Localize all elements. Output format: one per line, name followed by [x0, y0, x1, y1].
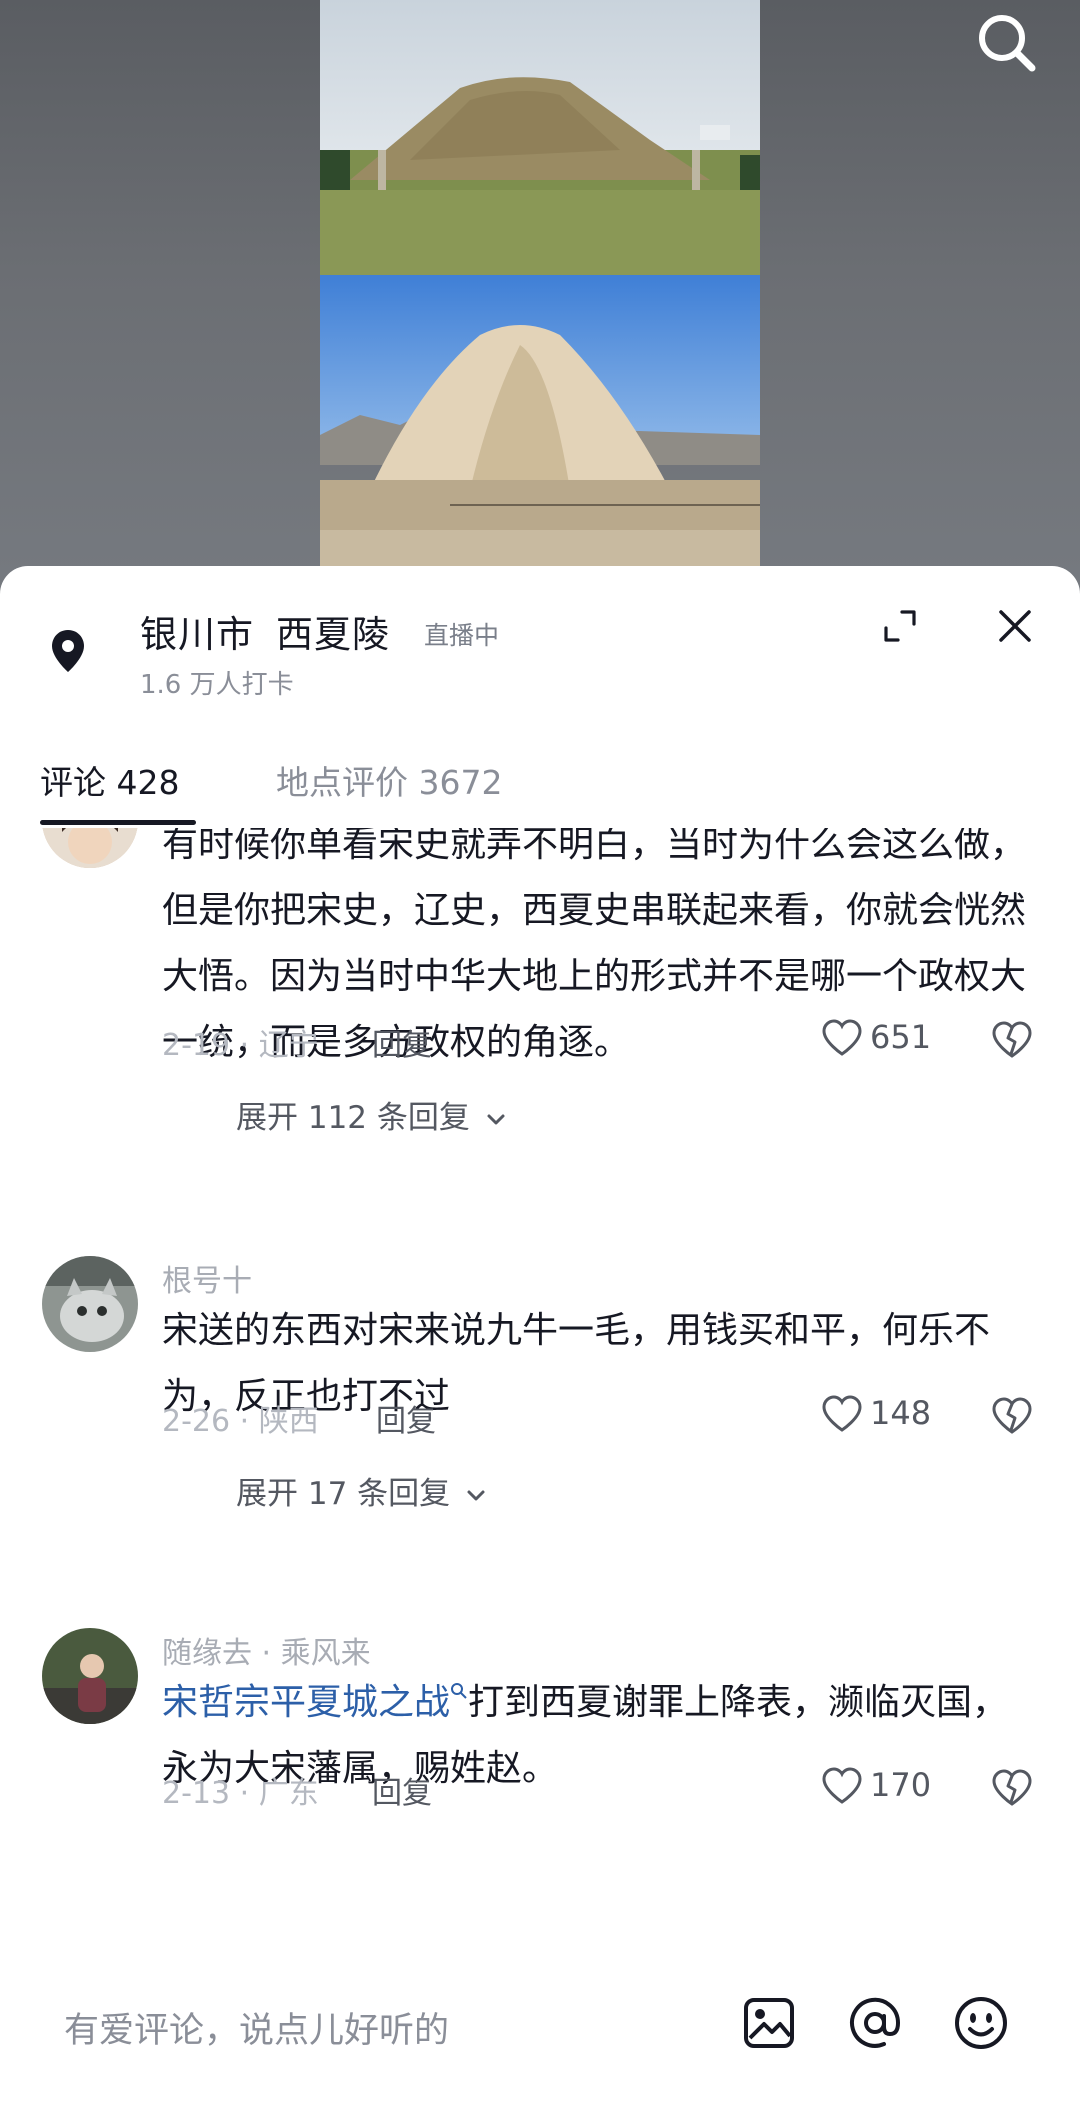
location-title: 银川市 西夏陵	[140, 604, 390, 658]
heart-icon	[822, 1395, 862, 1432]
comment-input-bar: 有爱评论，说点儿好听的	[0, 1944, 1080, 2126]
comment-meta: 2-13 · 广东	[162, 1776, 319, 1811]
comment-meta: 2-26 · 陕西	[162, 1404, 319, 1439]
search-icon	[979, 15, 1036, 72]
tab-comments[interactable]: 评论 428	[40, 756, 179, 804]
expand-replies-button[interactable]: 展开 112 条回复	[236, 1092, 508, 1137]
tomb-photo-bottom	[320, 275, 760, 570]
avatar[interactable]	[42, 1628, 138, 1724]
live-badge[interactable]: 直播中	[424, 616, 499, 652]
location-pin-icon	[52, 630, 84, 672]
comment-username[interactable]: 随缘去 · 乘风来	[162, 1628, 371, 1672]
topic-link[interactable]: 宋哲宗平夏城之战	[162, 1682, 468, 1723]
active-tab-indicator	[40, 820, 196, 825]
avatar[interactable]	[42, 1256, 138, 1352]
like-count: 148	[870, 1394, 932, 1432]
expand-icon[interactable]	[880, 606, 920, 646]
avatar-image	[42, 1628, 138, 1724]
heart-icon	[822, 1767, 862, 1804]
like-button[interactable]: 170	[820, 1762, 950, 1812]
checkin-count: 1.6 万人打卡	[140, 670, 294, 700]
search-button[interactable]	[972, 8, 1042, 78]
comment-meta: 2-19 · 辽宁	[162, 1028, 319, 1063]
comment-input[interactable]: 有爱评论，说点儿好听的	[64, 2002, 449, 2053]
avatar[interactable]	[42, 828, 138, 868]
broken-heart-icon[interactable]	[990, 1394, 1034, 1438]
like-count: 170	[870, 1766, 932, 1804]
expand-replies-label: 展开 112 条回复	[236, 1100, 470, 1136]
expand-replies-label: 展开 17 条回复	[236, 1476, 451, 1512]
comment-username[interactable]: 根号十	[162, 1256, 252, 1300]
at-icon[interactable]	[846, 1994, 904, 2052]
chevron-down-icon	[487, 1114, 505, 1124]
location-city: 银川市	[140, 613, 254, 656]
close-icon[interactable]	[995, 606, 1035, 646]
video-background	[0, 0, 1080, 600]
tab-place-reviews[interactable]: 地点评价 3672	[276, 756, 502, 804]
expand-replies-button[interactable]: 展开 17 条回复	[236, 1468, 488, 1513]
like-button[interactable]: 651	[820, 1014, 950, 1064]
location-sheet: 银川市 西夏陵 直播中 1.6 万人打卡 评论 428 地点评价 3672 有时…	[0, 566, 1080, 2126]
tomb-photo-top	[320, 0, 760, 275]
chevron-down-icon	[467, 1490, 485, 1500]
broken-heart-icon[interactable]	[990, 1018, 1034, 1062]
like-button[interactable]: 148	[820, 1390, 950, 1440]
heart-icon	[822, 1019, 862, 1056]
tab-bar: 评论 428 地点评价 3672	[0, 756, 1080, 826]
video-frame[interactable]	[320, 0, 760, 570]
comment-list[interactable]: 有时候你单看宋史就弄不明白，当时为什么会这么做，但是你把宋史，辽史，西夏史串联起…	[0, 828, 1080, 1948]
avatar-image	[42, 828, 138, 868]
emoji-icon[interactable]	[952, 1994, 1010, 2052]
location-place: 西夏陵	[276, 613, 390, 656]
search-small-icon	[451, 1683, 467, 1699]
avatar-image	[42, 1256, 138, 1352]
reply-button[interactable]: 回复	[372, 1768, 432, 1812]
topic-link-label: 宋哲宗平夏城之战	[162, 1682, 451, 1723]
reply-button[interactable]: 回复	[376, 1396, 436, 1440]
broken-heart-icon[interactable]	[990, 1766, 1034, 1810]
reply-button[interactable]: 回复	[372, 1020, 432, 1064]
location-header[interactable]: 银川市 西夏陵 直播中 1.6 万人打卡	[0, 566, 1080, 716]
like-count: 651	[870, 1018, 932, 1056]
image-icon[interactable]	[740, 1994, 798, 2052]
